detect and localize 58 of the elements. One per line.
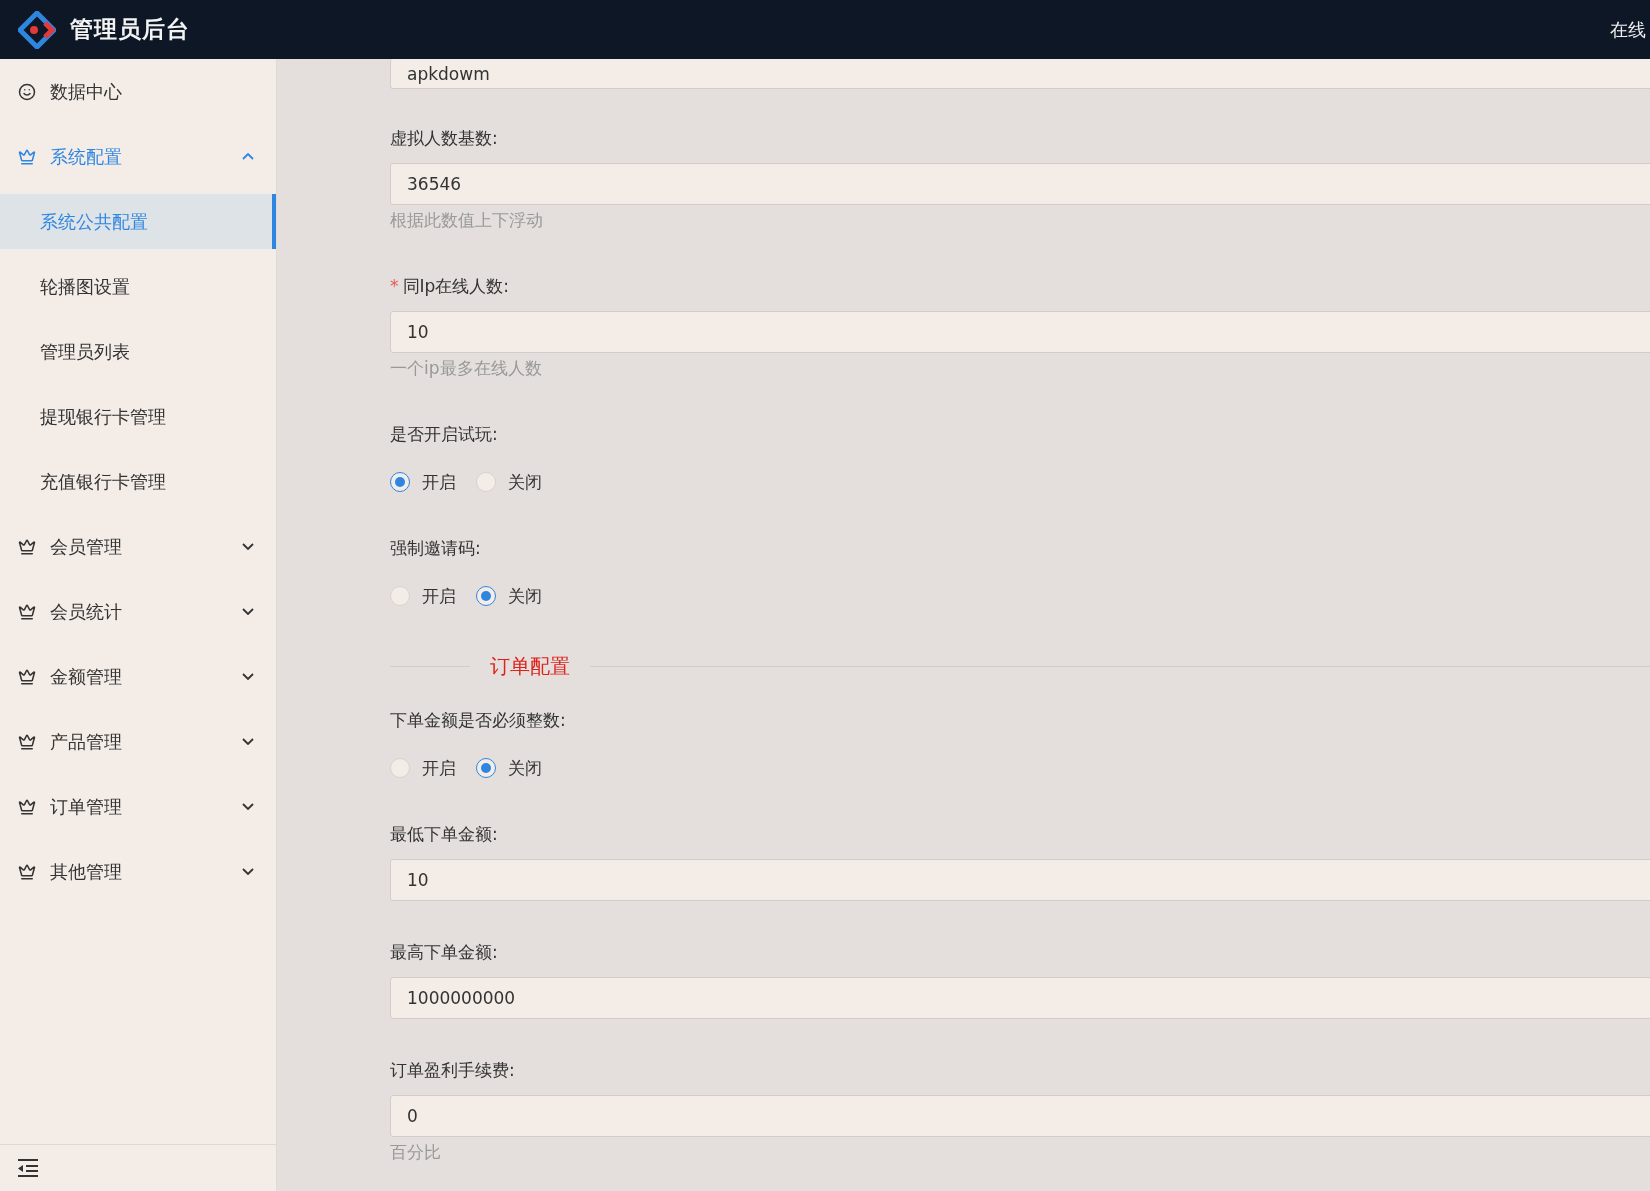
submenu-item[interactable]: 轮播图设置 — [0, 259, 276, 314]
field-label: 最低下单金额: — [390, 823, 499, 846]
radio-button[interactable] — [476, 586, 496, 606]
crown-icon — [18, 147, 36, 166]
smile-icon — [18, 82, 36, 101]
chevron-icon — [242, 803, 254, 810]
radio-option[interactable]: 开启 — [390, 470, 456, 494]
crown-icon — [18, 667, 36, 686]
crown-icon — [18, 862, 36, 881]
crown-icon — [18, 732, 36, 751]
field-hint: 百分比 — [390, 1141, 442, 1164]
field-hint: 根据此数值上下浮动 — [390, 209, 544, 232]
radio-button[interactable] — [476, 758, 496, 778]
input-field[interactable]: 0 — [390, 1095, 1650, 1137]
radio-option[interactable]: 开启 — [390, 756, 456, 780]
crown-icon — [18, 537, 36, 556]
menu-group[interactable]: 会员管理 — [0, 514, 276, 579]
radio-button[interactable] — [390, 472, 410, 492]
field-label: 强制邀请码: — [390, 537, 482, 560]
field-label: 虚拟人数基数: — [390, 127, 499, 150]
input-field[interactable]: 10 — [390, 311, 1650, 353]
app-title: 管理员后台 — [70, 15, 190, 44]
menu-group[interactable]: 其他管理 — [0, 839, 276, 904]
input-field[interactable]: 10 — [390, 859, 1650, 901]
radio-option[interactable]: 开启 — [390, 584, 456, 608]
chevron-icon — [242, 543, 254, 550]
section-title: 订单配置 — [489, 652, 571, 680]
menu-group[interactable]: 产品管理 — [0, 709, 276, 774]
collapse-icon[interactable] — [18, 1159, 38, 1177]
submenu-item[interactable]: 管理员列表 — [0, 324, 276, 379]
field-label: * 同Ip在线人数: — [390, 275, 511, 298]
input-field[interactable]: 1000000000 — [390, 977, 1650, 1019]
status-text: 在线 — [1610, 17, 1647, 42]
input-field[interactable]: apkdowm — [390, 59, 1650, 89]
field-label: 订单盈利手续费: — [390, 1059, 516, 1082]
menu-group[interactable]: 金额管理 — [0, 644, 276, 709]
submenu-item[interactable]: 提现银行卡管理 — [0, 389, 276, 444]
chevron-icon — [242, 608, 254, 615]
chevron-icon — [242, 153, 254, 160]
menu-item[interactable]: 数据中心 — [0, 59, 276, 124]
menu-group[interactable]: 订单管理 — [0, 774, 276, 839]
chevron-icon — [242, 868, 254, 875]
chevron-icon — [242, 738, 254, 745]
logo-icon — [18, 10, 56, 49]
input-field[interactable]: 36546 — [390, 163, 1650, 205]
submenu-item[interactable]: 充值银行卡管理 — [0, 454, 276, 509]
crown-icon — [18, 797, 36, 816]
field-label: 下单金额是否必须整数: — [390, 709, 567, 732]
field-hint: 一个ip最多在线人数 — [390, 357, 543, 380]
field-label: 最高下单金额: — [390, 941, 499, 964]
radio-option[interactable]: 关闭 — [476, 584, 542, 608]
radio-option[interactable]: 关闭 — [476, 756, 542, 780]
required-mark: * — [390, 276, 399, 296]
crown-icon — [18, 602, 36, 621]
menu-group[interactable]: 会员统计 — [0, 579, 276, 644]
field-label: 是否开启试玩: — [390, 423, 499, 446]
radio-option[interactable]: 关闭 — [476, 470, 542, 494]
chevron-icon — [242, 673, 254, 680]
